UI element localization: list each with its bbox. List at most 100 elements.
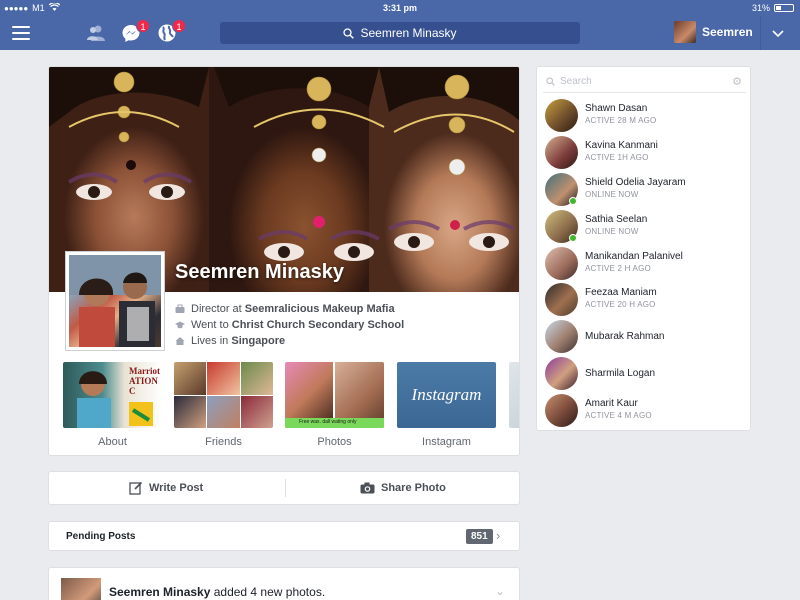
avatar — [545, 283, 578, 316]
lives-prefix: Lives in — [191, 335, 232, 347]
divider — [285, 479, 286, 497]
chat-friend-name: Mubarak Rahman — [585, 331, 665, 342]
location-link[interactable]: Singapore — [231, 335, 285, 347]
gear-icon[interactable]: ⚙ — [732, 75, 742, 88]
tile-label: Photos — [317, 436, 352, 448]
chevron-right-icon: › — [496, 528, 501, 543]
chat-friend-name: Kavina Kanmani — [585, 140, 658, 151]
work-link[interactable]: Seemralicious Makeup Mafia — [245, 303, 395, 315]
photos-thumb-text: Free wax. dall wating only — [299, 419, 357, 425]
profile-card: Seemren Minasky Director at Seemraliciou… — [48, 66, 520, 456]
share-photo-label: Share Photo — [381, 482, 446, 494]
graduation-cap-icon — [175, 320, 185, 330]
chat-friend-name: Feezaa Maniam — [585, 287, 657, 298]
chat-friend-name: Shawn Dasan — [585, 103, 648, 114]
chat-friend-status: ACTIVE 2 H AGO — [585, 264, 651, 273]
instagram-logo-text: Instagram — [411, 385, 482, 404]
pencil-icon — [129, 481, 143, 495]
chat-friend-row[interactable]: Shield Odelia Jayaram ONLINE NOW — [545, 173, 745, 207]
messages-badge: 1 — [136, 19, 150, 33]
avatar — [545, 320, 578, 353]
chat-friend-status: ONLINE NOW — [585, 227, 639, 236]
search-bar[interactable]: Seemren Minasky — [220, 22, 580, 44]
about-thumbnail: Marriot ATION C — [63, 362, 162, 428]
chat-friend-row[interactable]: Feezaa Maniam ACTIVE 20 H AGO — [545, 283, 745, 317]
home-icon — [175, 336, 185, 346]
chat-friend-status: ACTIVE 20 H AGO — [585, 300, 656, 309]
chat-friend-row[interactable]: Manikandan Palanivel ACTIVE 2 H AGO — [545, 247, 745, 281]
feed-story: Seemren Minasky added 4 new photos. ⌄ — [48, 567, 520, 600]
clock: 3:31 pm — [382, 3, 417, 13]
chat-friend-status: ACTIVE 28 M AGO — [585, 116, 657, 125]
user-name: Seemren — [702, 25, 753, 39]
tile-about[interactable]: Marriot ATION C About — [63, 362, 162, 448]
chat-friend-row[interactable]: Kavina Kanmani ACTIVE 1H AGO — [545, 136, 745, 170]
write-post-button[interactable]: Write Post — [129, 472, 203, 504]
pending-posts-row[interactable]: Pending Posts 851 › — [48, 521, 520, 551]
chat-friend-row[interactable]: Amarit Kaur ACTIVE 4 M AGO — [545, 394, 745, 428]
chat-friend-status: ONLINE NOW — [585, 190, 639, 199]
search-text: Seemren Minasky — [360, 26, 457, 40]
messages-icon[interactable]: 1 — [121, 19, 150, 43]
search-icon — [546, 77, 555, 86]
profile-tiles: Marriot ATION C About Friends Free wax. … — [63, 362, 519, 448]
avatar — [545, 99, 578, 132]
camera-icon — [360, 482, 375, 494]
divider — [760, 16, 761, 50]
edu-prefix: Went to — [191, 319, 232, 331]
friend-requests-icon[interactable] — [86, 23, 106, 43]
chat-friend-name: Amarit Kaur — [585, 398, 638, 409]
work-info: Director at Seemralicious Makeup Mafia — [175, 303, 395, 315]
chat-friend-name: Sathia Seelan — [585, 214, 648, 225]
notifications-globe-icon[interactable]: 1 — [157, 19, 186, 43]
avatar — [545, 136, 578, 169]
chat-search-input[interactable]: Search ⚙ — [543, 71, 746, 93]
work-prefix: Director at — [191, 303, 245, 315]
menu-icon[interactable] — [12, 26, 30, 40]
story-author[interactable]: Seemren Minasky — [109, 585, 210, 599]
chat-friend-name: Shield Odelia Jayaram — [585, 177, 686, 188]
tile-label: Instagram — [422, 436, 471, 448]
tile-label: About — [98, 436, 127, 448]
chat-sidebar: Search ⚙ Shawn Dasan ACTIVE 28 M AGO Kavin… — [536, 66, 751, 431]
chat-friend-row[interactable]: Shawn Dasan ACTIVE 28 M AGO — [545, 99, 745, 133]
composer-actions: Write Post Share Photo — [48, 471, 520, 505]
instagram-thumbnail: Instagram — [397, 362, 496, 428]
about-thumb-text: Marriot ATION C — [129, 366, 160, 396]
friends-thumbnail — [174, 362, 273, 428]
tile-label: Friends — [205, 436, 242, 448]
battery-icon — [774, 4, 794, 12]
chevron-down-icon[interactable] — [771, 26, 785, 44]
notifications-badge: 1 — [172, 19, 186, 33]
profile-name[interactable]: Seemren Minasky — [175, 261, 344, 284]
chat-friend-status: ACTIVE 4 M AGO — [585, 411, 652, 420]
avatar — [545, 247, 578, 280]
chat-friend-row[interactable]: Sathia Seelan ONLINE NOW — [545, 210, 745, 244]
avatar — [674, 21, 696, 43]
chat-friend-name: Sharmila Logan — [585, 368, 656, 379]
chat-friend-row[interactable]: Mubarak Rahman — [545, 320, 745, 354]
share-photo-button[interactable]: Share Photo — [360, 472, 446, 504]
chat-friend-row[interactable]: Sharmila Logan — [545, 357, 745, 391]
top-nav: 1 1 Seemren Minasky Seemren — [0, 16, 800, 50]
education-link[interactable]: Christ Church Secondary School — [232, 319, 404, 331]
briefcase-icon — [175, 304, 185, 314]
avatar — [545, 394, 578, 427]
pending-posts-label: Pending Posts — [66, 531, 136, 542]
profile-picture[interactable] — [65, 251, 165, 351]
education-info: Went to Christ Church Secondary School — [175, 319, 404, 331]
photos-thumbnail: Free wax. dall wating only — [285, 362, 384, 428]
tile-photos[interactable]: Free wax. dall wating only Photos — [285, 362, 384, 448]
tile-friends[interactable]: Friends — [174, 362, 273, 448]
write-post-label: Write Post — [149, 482, 204, 494]
chevron-down-icon[interactable]: ⌄ — [495, 584, 505, 598]
chat-friend-name: Manikandan Palanivel — [585, 251, 683, 262]
search-icon — [343, 27, 355, 39]
tile-instagram[interactable]: Instagram Instagram — [397, 362, 496, 448]
story-text: added 4 new photos. — [210, 585, 326, 599]
avatar[interactable] — [61, 578, 101, 600]
pending-count-badge: 851 — [466, 529, 493, 544]
tile-more[interactable] — [509, 362, 519, 428]
story-headline: Seemren Minasky added 4 new photos. — [109, 585, 325, 599]
profile-shortcut[interactable]: Seemren — [674, 21, 753, 43]
